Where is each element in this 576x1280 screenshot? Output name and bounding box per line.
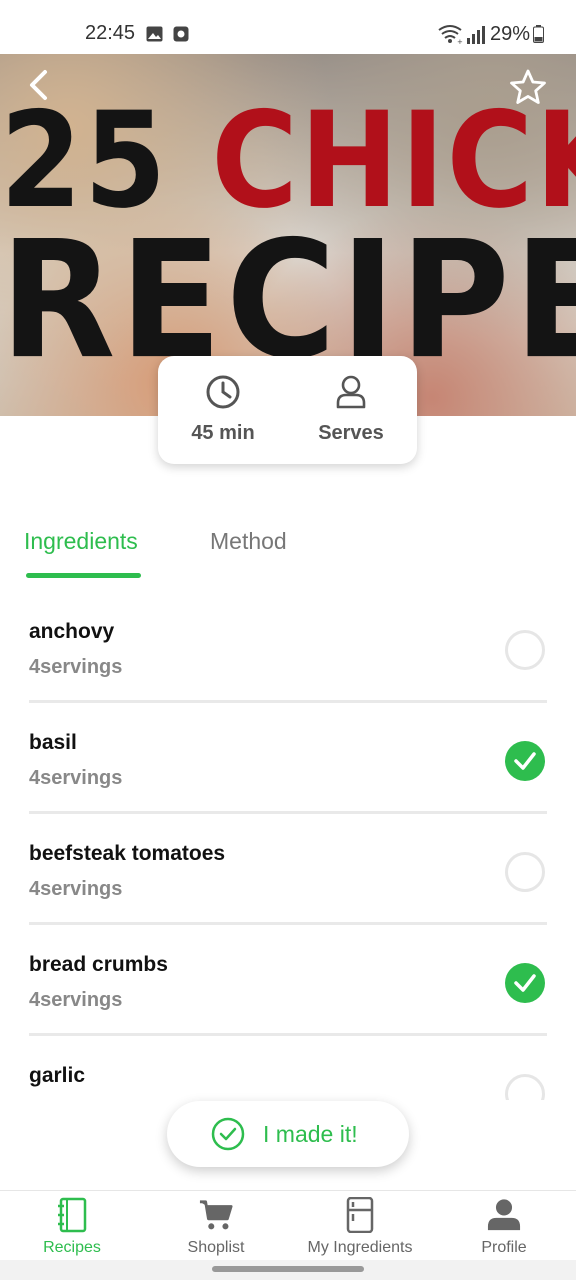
gesture-bar-area bbox=[0, 1260, 576, 1280]
fridge-icon bbox=[346, 1197, 374, 1233]
check-circle-icon bbox=[211, 1117, 245, 1151]
user-icon bbox=[487, 1199, 521, 1231]
ingredient-amount: 4servings bbox=[29, 767, 123, 789]
serves-info: Serves bbox=[296, 374, 406, 445]
active-tab-indicator bbox=[26, 573, 141, 578]
cook-time-info: 45 min bbox=[168, 374, 278, 445]
svg-text:+: + bbox=[457, 38, 463, 44]
serves-label: Serves bbox=[318, 422, 384, 444]
list-item: bread crumbs 4servings bbox=[0, 925, 576, 1036]
nav-recipes[interactable]: Recipes bbox=[0, 1191, 144, 1261]
status-time: 22:45 bbox=[85, 22, 136, 44]
person-icon bbox=[336, 375, 366, 409]
ingredient-checkbox[interactable] bbox=[505, 630, 545, 670]
favorite-button[interactable] bbox=[508, 68, 548, 108]
notebook-icon bbox=[58, 1197, 87, 1233]
chevron-left-icon bbox=[30, 70, 47, 100]
ingredient-checkbox[interactable] bbox=[505, 852, 545, 892]
ingredient-checkbox[interactable] bbox=[505, 1074, 545, 1100]
bottom-navigation: Recipes Shoplist My Ingredients Profile bbox=[0, 1190, 576, 1260]
ingredient-name: bread crumbs bbox=[29, 953, 168, 976]
list-item: beefsteak tomatoes 4servings bbox=[0, 814, 576, 925]
made-it-label: I made it! bbox=[263, 1121, 358, 1147]
nav-shoplist[interactable]: Shoplist bbox=[144, 1191, 288, 1261]
nav-my-ingredients[interactable]: My Ingredients bbox=[288, 1191, 432, 1261]
ingredient-name: basil bbox=[29, 731, 77, 754]
ingredient-checkbox[interactable] bbox=[505, 741, 545, 781]
nav-label: Recipes bbox=[43, 1239, 101, 1256]
list-item: anchovy 4servings bbox=[0, 592, 576, 703]
nav-profile[interactable]: Profile bbox=[432, 1191, 576, 1261]
status-bar: 22:45 + 29% bbox=[0, 0, 576, 54]
ingredient-name: garlic bbox=[29, 1064, 86, 1087]
nav-label: Profile bbox=[481, 1239, 527, 1256]
recipe-info-card: 45 min Serves bbox=[158, 356, 417, 464]
nav-label: Shoplist bbox=[187, 1239, 245, 1256]
home-indicator[interactable] bbox=[212, 1266, 364, 1272]
signal-icon bbox=[467, 26, 485, 44]
wifi-icon: + bbox=[438, 25, 463, 44]
made-it-button[interactable]: I made it! bbox=[167, 1101, 409, 1167]
ingredient-name: beefsteak tomatoes bbox=[29, 842, 226, 865]
ingredient-checkbox[interactable] bbox=[505, 963, 545, 1003]
record-icon bbox=[173, 26, 189, 42]
list-item: basil 4servings bbox=[0, 703, 576, 814]
nav-label: My Ingredients bbox=[307, 1239, 413, 1256]
ingredients-list[interactable]: anchovy 4servings basil 4servings beefst… bbox=[0, 592, 576, 1100]
battery-percentage: 29% bbox=[490, 23, 531, 45]
ingredient-amount: 4servings bbox=[29, 989, 123, 1011]
checkmark-icon bbox=[514, 752, 536, 770]
ingredient-name: anchovy bbox=[29, 620, 115, 643]
cook-time-label: 45 min bbox=[191, 422, 255, 444]
tab-ingredients[interactable]: Ingredients bbox=[24, 528, 138, 555]
star-icon bbox=[510, 69, 546, 104]
ingredient-amount: 4servings bbox=[29, 656, 123, 678]
clock-icon bbox=[206, 375, 240, 409]
list-item: garlic bbox=[0, 1036, 576, 1100]
ingredient-amount: 4servings bbox=[29, 878, 123, 900]
back-button[interactable] bbox=[20, 66, 60, 106]
checkmark-icon bbox=[514, 974, 536, 992]
battery-icon bbox=[533, 25, 544, 43]
image-icon bbox=[146, 26, 163, 42]
cart-icon bbox=[199, 1200, 233, 1230]
tab-method[interactable]: Method bbox=[210, 528, 287, 555]
